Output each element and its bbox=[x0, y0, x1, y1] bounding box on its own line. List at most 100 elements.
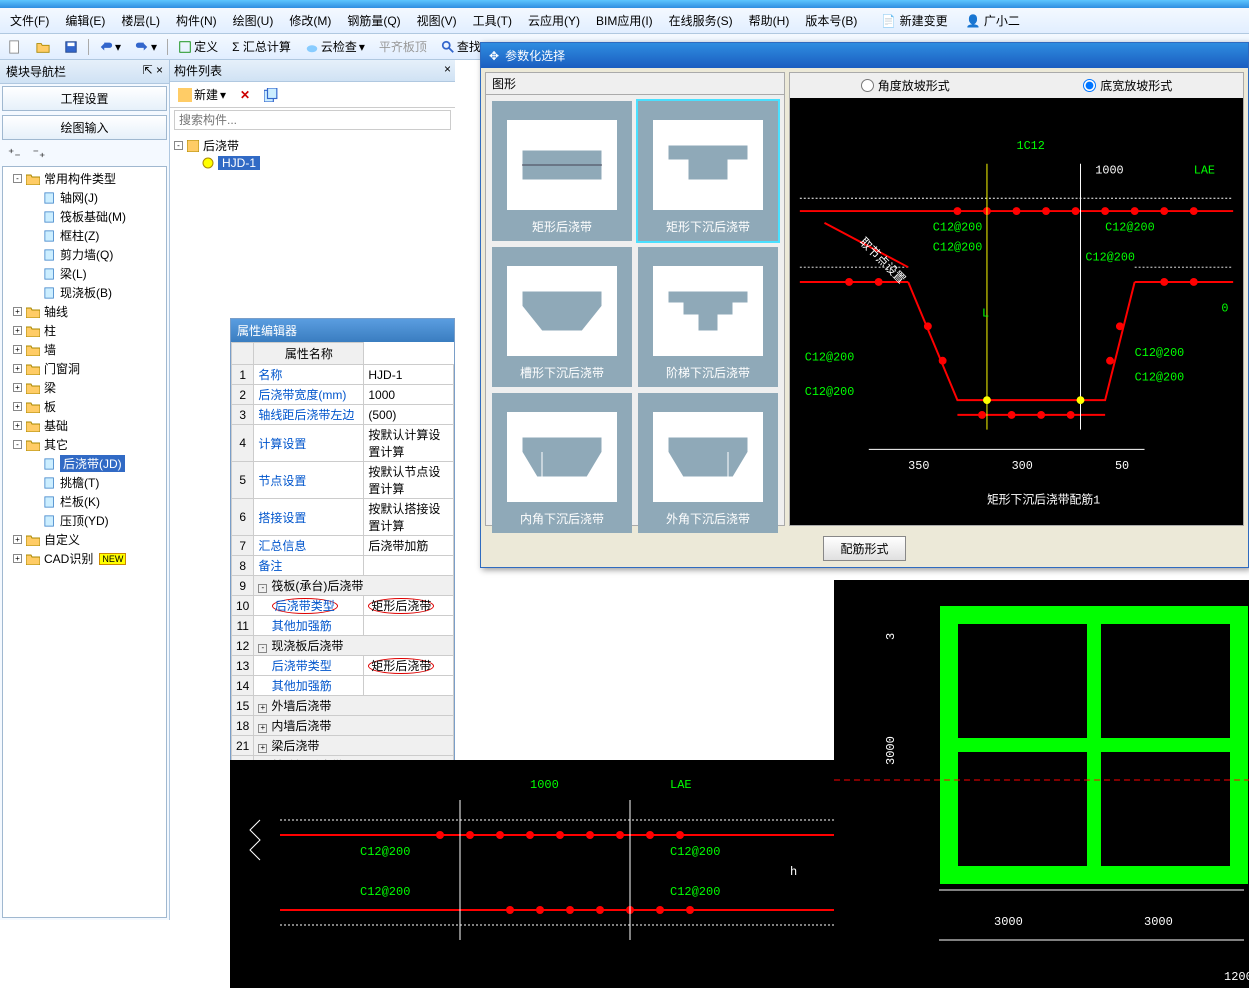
tree-node[interactable]: -其它 bbox=[5, 435, 164, 454]
prop-group[interactable]: -现浇板后浇带 bbox=[254, 636, 454, 656]
shape-option-5[interactable]: 外角下沉后浇带 bbox=[638, 393, 778, 533]
tree-node[interactable]: +梁 bbox=[5, 378, 164, 397]
component-hjd1[interactable]: HJD-1 bbox=[218, 156, 260, 170]
tree-node-label[interactable]: 后浇带 bbox=[203, 137, 239, 154]
menu-item-2[interactable]: 楼层(L) bbox=[115, 10, 166, 31]
menu-extra-1[interactable]: 👤 广小二 bbox=[960, 10, 1026, 31]
expander-icon[interactable]: + bbox=[13, 307, 22, 316]
prop-value[interactable]: (500) bbox=[364, 405, 454, 425]
prop-value[interactable] bbox=[364, 676, 454, 696]
level-top-btn[interactable]: 平齐板顶 bbox=[375, 36, 431, 57]
tree-node[interactable]: 挑檐(T) bbox=[5, 473, 164, 492]
expander-icon[interactable]: + bbox=[13, 535, 22, 544]
undo-icon[interactable]: ▾ bbox=[95, 38, 125, 56]
expander-icon[interactable]: + bbox=[13, 345, 22, 354]
tree-node[interactable]: +自定义 bbox=[5, 530, 164, 549]
save-icon[interactable] bbox=[60, 38, 82, 56]
menu-item-0[interactable]: 文件(F) bbox=[4, 10, 55, 31]
tree-node[interactable]: 筏板基础(M) bbox=[5, 207, 164, 226]
radio-angle-slope[interactable]: 角度放坡形式 bbox=[861, 77, 950, 94]
expander-icon[interactable]: + bbox=[13, 402, 22, 411]
menu-item-3[interactable]: 构件(N) bbox=[170, 10, 223, 31]
prop-value[interactable]: 按默认计算设置计算 bbox=[364, 425, 454, 462]
tab-project-settings[interactable]: 工程设置 bbox=[2, 86, 167, 111]
search-input[interactable] bbox=[174, 110, 451, 130]
cad-plan-view[interactable]: 3000 3000 3000 1200 3 bbox=[834, 580, 1249, 988]
tree-node[interactable]: 现浇板(B) bbox=[5, 283, 164, 302]
radio-width-slope[interactable]: 底宽放坡形式 bbox=[1083, 77, 1172, 94]
prop-value[interactable]: 按默认搭接设置计算 bbox=[364, 499, 454, 536]
tree-node[interactable]: +板 bbox=[5, 397, 164, 416]
expander-icon[interactable]: + bbox=[13, 326, 22, 335]
tree-node[interactable]: 框柱(Z) bbox=[5, 226, 164, 245]
expander-icon[interactable]: - bbox=[13, 440, 22, 449]
tree-node[interactable]: -常用构件类型 bbox=[5, 169, 164, 188]
menu-item-5[interactable]: 修改(M) bbox=[283, 10, 337, 31]
tree-node[interactable]: +墙 bbox=[5, 340, 164, 359]
tree-node[interactable]: 梁(L) bbox=[5, 264, 164, 283]
menu-item-13[interactable]: 版本号(B) bbox=[799, 10, 863, 31]
prop-group[interactable]: +梁后浇带 bbox=[254, 736, 454, 756]
menu-item-11[interactable]: 在线服务(S) bbox=[663, 10, 739, 31]
component-instance-tree[interactable]: - 后浇带 HJD-1 bbox=[170, 132, 455, 175]
rebar-form-button[interactable]: 配筋形式 bbox=[823, 536, 905, 561]
tree-node[interactable]: +柱 bbox=[5, 321, 164, 340]
tree-node[interactable]: +CAD识别NEW bbox=[5, 549, 164, 568]
collapse-all-icon[interactable]: ⁻₊ bbox=[29, 144, 50, 162]
pin-icon[interactable]: ⇱ × bbox=[143, 63, 163, 80]
shape-option-0[interactable]: 矩形后浇带 bbox=[492, 101, 632, 241]
expander-icon[interactable]: + bbox=[13, 421, 22, 430]
prop-value[interactable]: 1000 bbox=[364, 385, 454, 405]
tree-node[interactable]: +门窗洞 bbox=[5, 359, 164, 378]
find-btn[interactable]: 查找 bbox=[437, 36, 485, 57]
component-type-tree[interactable]: -常用构件类型轴网(J)筏板基础(M)框柱(Z)剪力墙(Q)梁(L)现浇板(B)… bbox=[2, 166, 167, 918]
expander-icon[interactable]: - bbox=[174, 141, 183, 150]
prop-value[interactable]: 按默认节点设置计算 bbox=[364, 462, 454, 499]
tree-node[interactable]: 后浇带(JD) bbox=[5, 454, 164, 473]
expand-all-icon[interactable]: ⁺₋ bbox=[4, 144, 25, 162]
menu-extra-0[interactable]: 📄 新建变更 bbox=[875, 10, 953, 31]
prop-group[interactable]: +外墙后浇带 bbox=[254, 696, 454, 716]
redo-icon[interactable]: ▾ bbox=[131, 38, 161, 56]
delete-icon[interactable]: ✕ bbox=[236, 86, 254, 104]
expander-icon[interactable]: - bbox=[13, 174, 22, 183]
prop-value[interactable]: 后浇带加筋 bbox=[364, 536, 454, 556]
prop-value[interactable] bbox=[364, 616, 454, 636]
copy-icon[interactable] bbox=[260, 86, 282, 104]
expander-icon[interactable]: + bbox=[13, 364, 22, 373]
menu-item-9[interactable]: 云应用(Y) bbox=[522, 10, 586, 31]
prop-group[interactable]: +内墙后浇带 bbox=[254, 716, 454, 736]
prop-value[interactable]: 矩形后浇带 bbox=[364, 596, 454, 616]
menu-item-10[interactable]: BIM应用(I) bbox=[590, 10, 659, 31]
menu-item-12[interactable]: 帮助(H) bbox=[743, 10, 796, 31]
tree-node[interactable]: 剪力墙(Q) bbox=[5, 245, 164, 264]
define-btn[interactable]: 定义 bbox=[174, 36, 222, 57]
open-icon[interactable] bbox=[32, 38, 54, 56]
menu-item-8[interactable]: 工具(T) bbox=[467, 10, 518, 31]
tree-node[interactable]: 压顶(YD) bbox=[5, 511, 164, 530]
menu-item-1[interactable]: 编辑(E) bbox=[59, 10, 111, 31]
dialog-title-bar[interactable]: ✥ 参数化选择 bbox=[481, 43, 1248, 68]
shape-option-4[interactable]: 内角下沉后浇带 bbox=[492, 393, 632, 533]
prop-value[interactable]: HJD-1 bbox=[364, 365, 454, 385]
tree-node[interactable]: 轴网(J) bbox=[5, 188, 164, 207]
cloud-check-btn[interactable]: 云检查▾ bbox=[301, 36, 369, 57]
new-file-icon[interactable] bbox=[4, 38, 26, 56]
tree-node[interactable]: +轴线 bbox=[5, 302, 164, 321]
shape-option-3[interactable]: 阶梯下沉后浇带 bbox=[638, 247, 778, 387]
menu-item-7[interactable]: 视图(V) bbox=[411, 10, 463, 31]
shape-option-1[interactable]: 矩形下沉后浇带 bbox=[638, 101, 778, 241]
tree-node[interactable]: +基础 bbox=[5, 416, 164, 435]
tree-node[interactable]: 栏板(K) bbox=[5, 492, 164, 511]
prop-value[interactable] bbox=[364, 556, 454, 576]
expander-icon[interactable]: + bbox=[13, 383, 22, 392]
shape-option-2[interactable]: 槽形下沉后浇带 bbox=[492, 247, 632, 387]
prop-group[interactable]: -筏板(承台)后浇带 bbox=[254, 576, 454, 596]
tab-draw-input[interactable]: 绘图输入 bbox=[2, 115, 167, 140]
prop-value[interactable]: 矩形后浇带 bbox=[364, 656, 454, 676]
new-component-btn[interactable]: 新建 ▾ bbox=[174, 84, 230, 105]
expander-icon[interactable]: + bbox=[13, 554, 22, 563]
sum-btn[interactable]: Σ 汇总计算 bbox=[228, 36, 295, 57]
menu-item-4[interactable]: 绘图(U) bbox=[227, 10, 280, 31]
menu-item-6[interactable]: 钢筋量(Q) bbox=[341, 10, 406, 31]
